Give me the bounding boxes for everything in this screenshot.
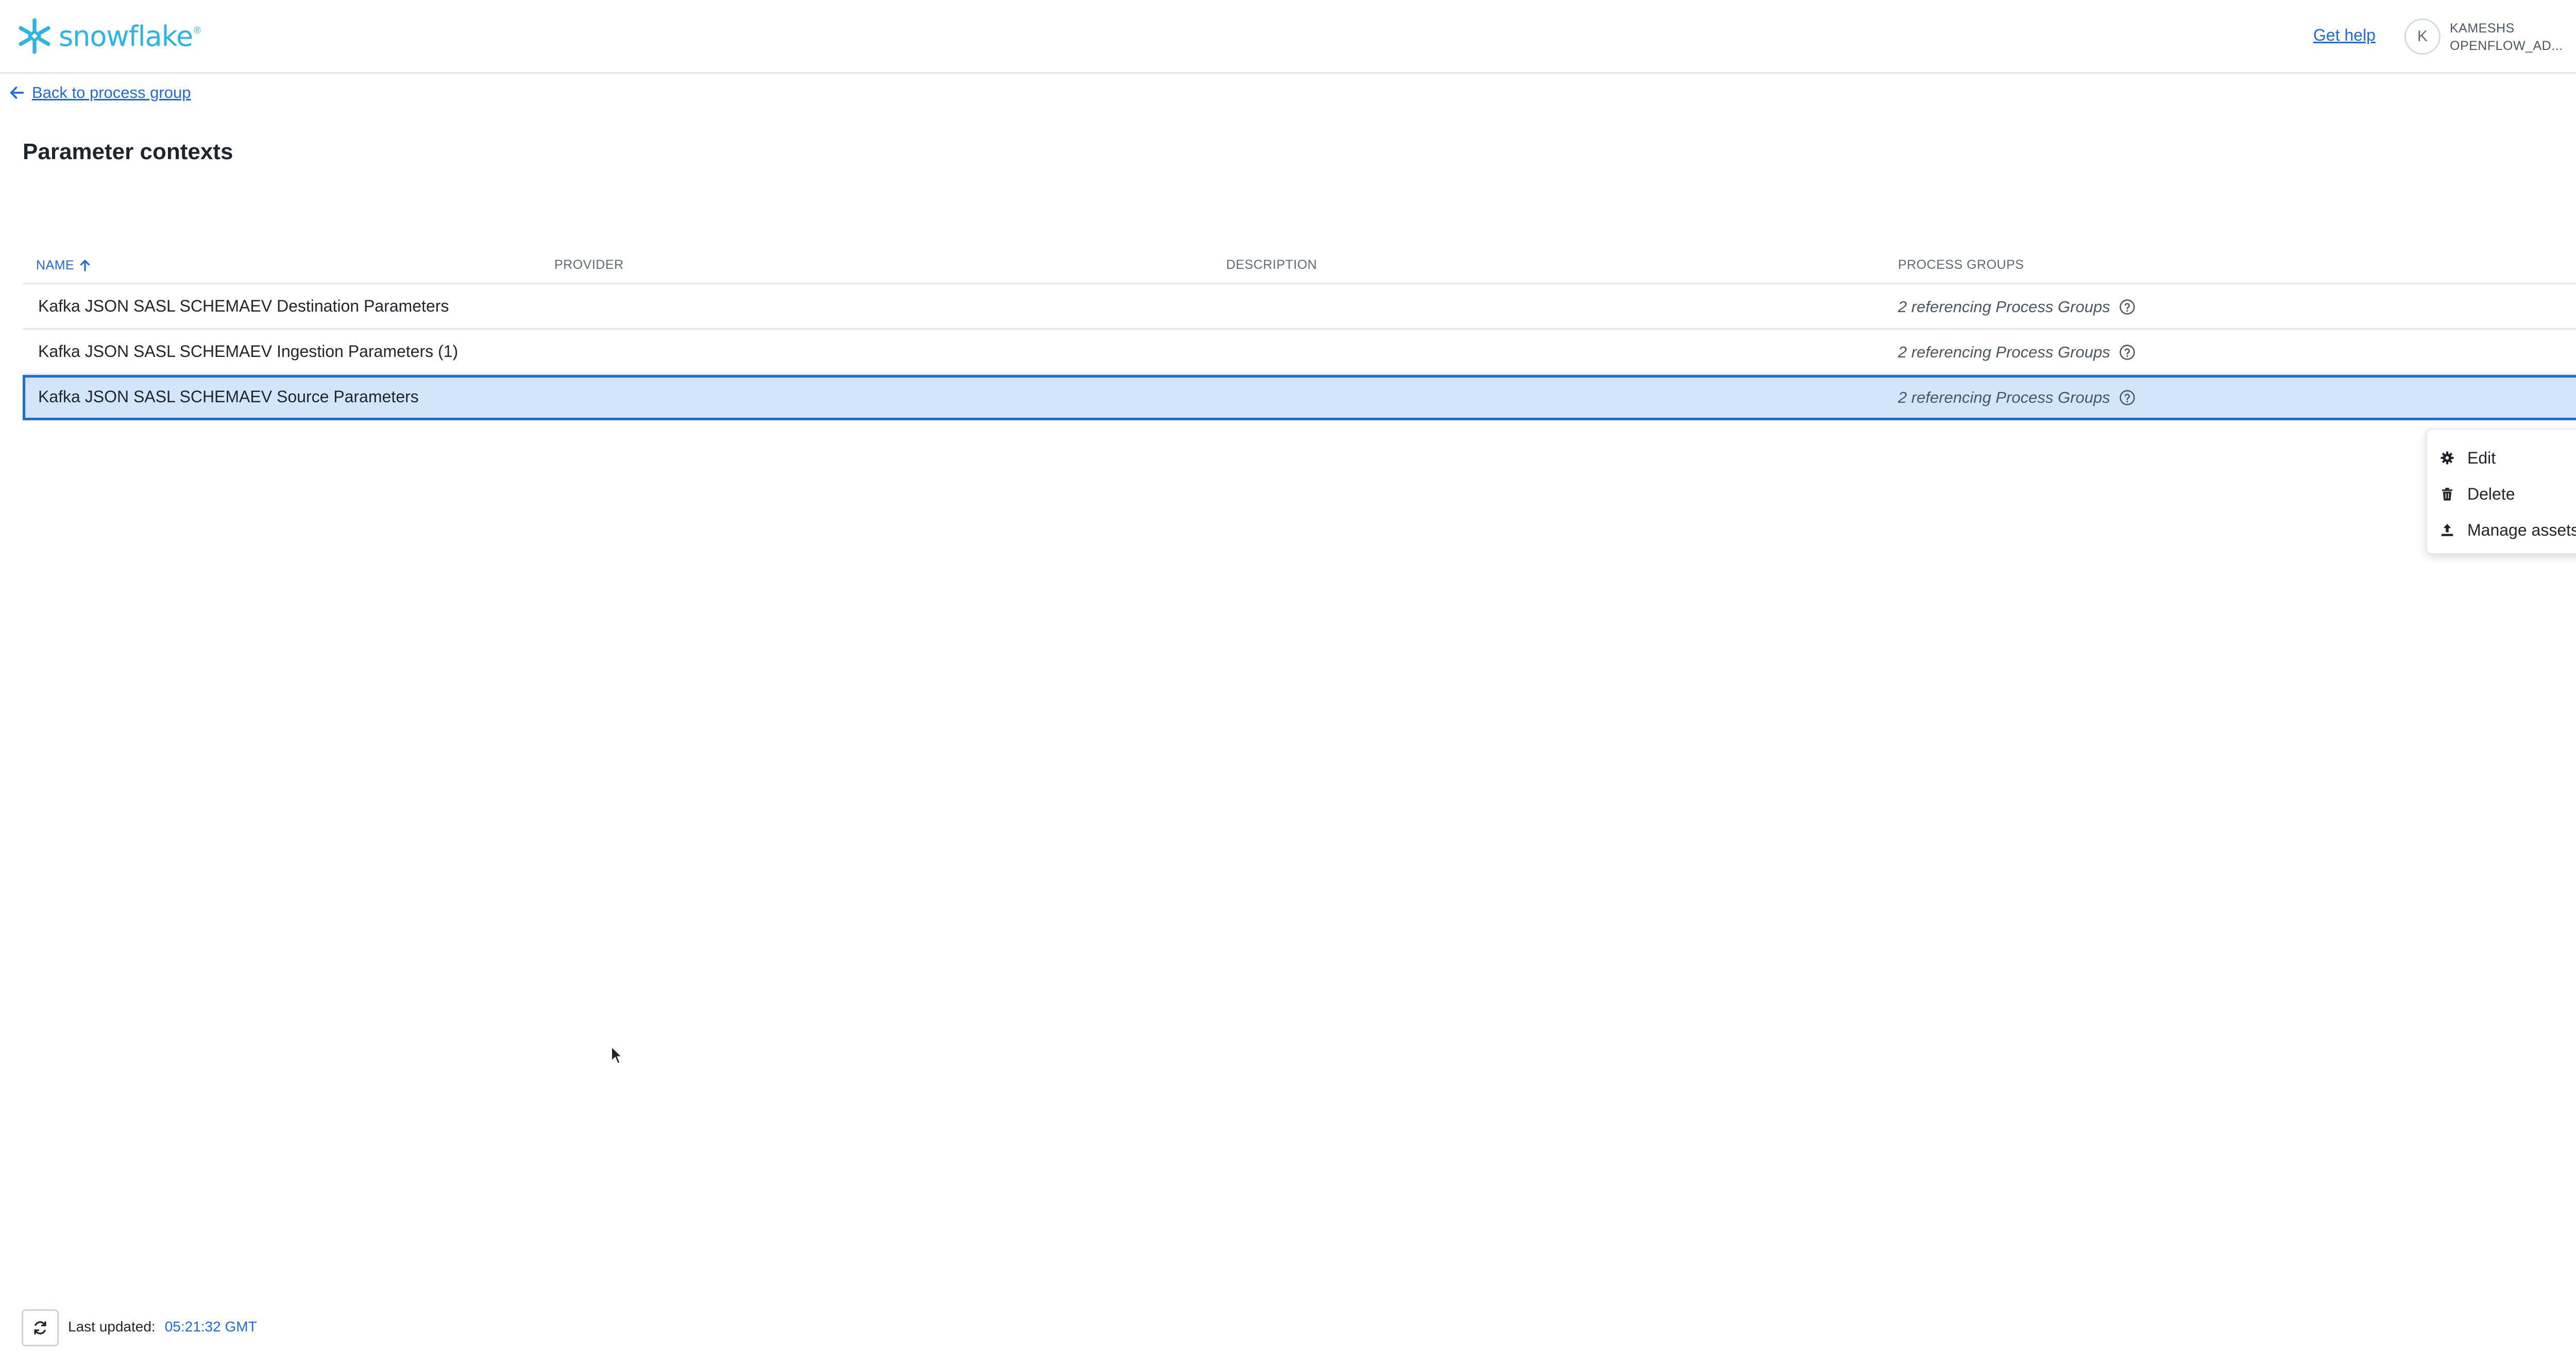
snowflake-logo-icon [19,18,50,54]
menu-item-label: Manage assets [2467,520,2576,539]
back-to-process-group-link[interactable]: Back to process group [8,83,191,102]
snowflake-logo[interactable]: snowflake ® [15,17,201,55]
avatar[interactable]: K [2404,19,2441,55]
menu-item-delete[interactable]: Delete [2427,476,2576,512]
column-header-description[interactable]: DESCRIPTION [1226,258,1317,272]
logo-wordmark: snowflake [59,20,193,53]
menu-item-label: Delete [2467,484,2515,503]
column-header-name-label: NAME [36,258,75,272]
help-circle-icon[interactable] [2119,389,2136,406]
row-process-groups-label: 2 referencing Process Groups [1898,388,2110,406]
row-name: Kafka JSON SASL SCHEMAEV Source Paramete… [38,387,419,406]
back-link-label: Back to process group [32,83,191,101]
user-menu[interactable]: KAMESHS OPENFLOW_AD... [2450,20,2563,55]
user-name: KAMESHS [2450,21,2515,36]
row-process-groups: 2 referencing Process Groups [1898,343,2136,362]
last-updated: Last updated: 05:21:32 GMT [68,1319,257,1335]
logo-trademark: ® [194,25,201,36]
app-root: snowflake ® Get help K KAMESHS OPENFLOW_… [0,0,2576,1368]
column-header-provider[interactable]: PROVIDER [554,258,624,272]
row-process-groups-label: 2 referencing Process Groups [1898,298,2110,316]
menu-item-label: Edit [2467,448,2496,467]
help-circle-icon[interactable] [2119,344,2136,361]
page-title: Parameter contexts [23,139,233,164]
table-row[interactable]: Kafka JSON SASL SCHEMAEV Ingestion Param… [23,330,2576,375]
table-header: NAME PROVIDER DESCRIPTION PROCESS GROUPS [23,247,2576,284]
refresh-icon [34,1321,46,1335]
row-process-groups-label: 2 referencing Process Groups [1898,343,2110,361]
trash-icon [2442,488,2452,501]
row-context-menu: Edit Delete Manage assets [2426,429,2576,554]
user-role: OPENFLOW_AD... [2450,39,2563,53]
gear-icon [2441,451,2454,465]
menu-item-manage-assets[interactable]: Manage assets [2427,512,2576,548]
arrow-left-icon [10,87,24,99]
top-bar: snowflake ® Get help K KAMESHS OPENFLOW_… [0,0,2576,74]
last-updated-label: Last updated: [68,1319,156,1335]
table-row[interactable]: Kafka JSON SASL SCHEMAEV Destination Par… [23,284,2576,330]
column-header-process-groups[interactable]: PROCESS GROUPS [1898,258,2024,272]
upload-icon [2441,524,2453,536]
row-process-groups: 2 referencing Process Groups [1898,388,2136,407]
help-circle-icon[interactable] [2119,298,2136,316]
row-name: Kafka JSON SASL SCHEMAEV Destination Par… [38,297,449,315]
mouse-pointer-icon [611,1046,623,1065]
last-updated-time: 05:21:32 GMT [164,1319,257,1335]
menu-item-edit[interactable]: Edit [2427,440,2576,476]
row-name: Kafka JSON SASL SCHEMAEV Ingestion Param… [38,342,459,361]
sort-ascending-icon [80,260,90,271]
refresh-button[interactable] [22,1309,59,1346]
get-help-link[interactable]: Get help [2313,26,2376,45]
row-process-groups: 2 referencing Process Groups [1898,298,2136,316]
column-header-name[interactable]: NAME [36,258,93,273]
table-row-selected[interactable]: Kafka JSON SASL SCHEMAEV Source Paramete… [23,375,2576,420]
parameter-contexts-table: NAME PROVIDER DESCRIPTION PROCESS GROUPS… [23,247,2576,420]
